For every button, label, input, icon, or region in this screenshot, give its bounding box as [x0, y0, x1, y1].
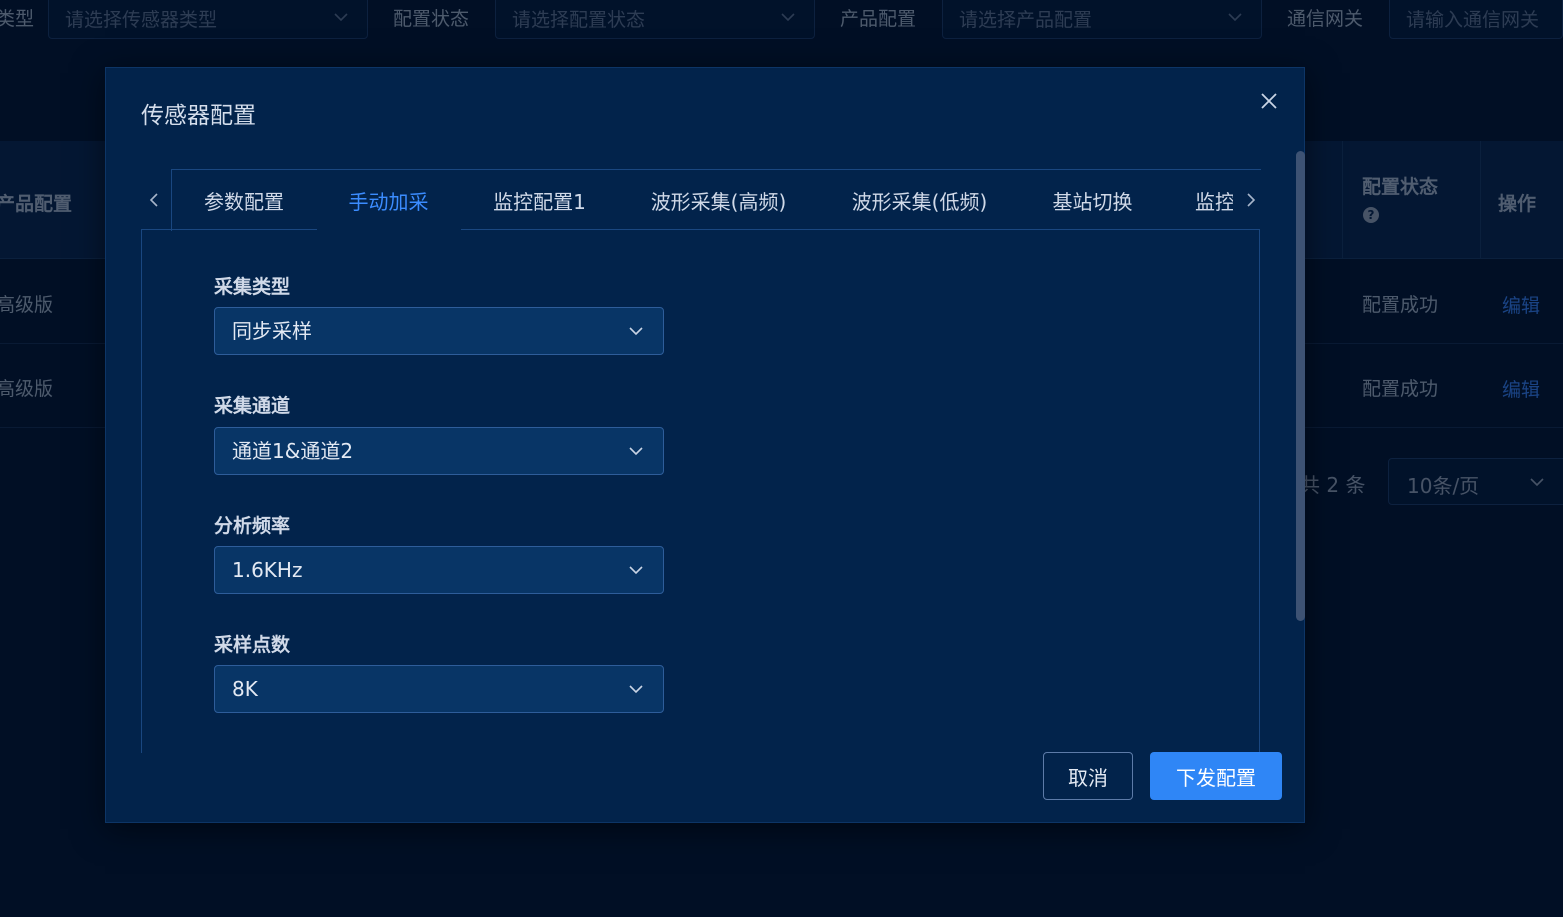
sample-points-select[interactable]: 8K: [214, 665, 664, 713]
chevron-down-icon: [629, 685, 643, 694]
active-tab-indicator: [317, 228, 461, 231]
tab-manual-sampling[interactable]: 手动加采: [316, 169, 462, 231]
acquisition-channel-select[interactable]: 通道1&通道2: [214, 427, 664, 475]
tab-base-station-switch[interactable]: 基站切换: [1020, 169, 1166, 231]
dialog-title: 传感器配置: [141, 103, 256, 129]
acquisition-type-value: 同步采样: [232, 319, 312, 343]
chevron-down-icon: [629, 447, 643, 456]
submit-config-button[interactable]: 下发配置: [1150, 752, 1282, 800]
acquisition-type-label: 采集类型: [214, 276, 291, 298]
sample-points-value: 8K: [232, 677, 258, 701]
sensor-config-dialog: 传感器配置 参数配置 手动加采 监控配置1 波形采集(高频) 波形采集(低频) …: [105, 67, 1305, 823]
tab-bar: 参数配置 手动加采 监控配置1 波形采集(高频) 波形采集(低频) 基站切换 监…: [141, 169, 1261, 231]
close-icon[interactable]: [1258, 90, 1280, 112]
sample-points-label: 采样点数: [214, 634, 291, 656]
tab-list: 参数配置 手动加采 监控配置1 波形采集(高频) 波形采集(低频) 基站切换 监…: [171, 169, 1233, 231]
tab-waveform-low[interactable]: 波形采集(低频): [819, 169, 1021, 231]
tab-monitor[interactable]: 监控: [1165, 169, 1233, 231]
chevron-down-icon: [629, 566, 643, 575]
analysis-frequency-value: 1.6KHz: [232, 558, 303, 582]
scrollbar-thumb[interactable]: [1296, 151, 1305, 621]
acquisition-channel-label: 采集通道: [214, 395, 291, 417]
cancel-button[interactable]: 取消: [1043, 752, 1133, 800]
chevron-left-icon[interactable]: [146, 191, 164, 209]
acquisition-type-select[interactable]: 同步采样: [214, 307, 664, 355]
tab-param-config[interactable]: 参数配置: [171, 169, 317, 231]
tab-monitor-config-1[interactable]: 监控配置1: [461, 169, 619, 231]
analysis-frequency-label: 分析频率: [214, 515, 291, 537]
analysis-frequency-select[interactable]: 1.6KHz: [214, 546, 664, 594]
tab-panel: 采集类型 同步采样 采集通道 通道1&通道2 分析频率 1.6KHz 采样点数 …: [141, 229, 1260, 753]
acquisition-channel-value: 通道1&通道2: [232, 439, 354, 463]
tab-waveform-high[interactable]: 波形采集(高频): [618, 169, 820, 231]
chevron-right-icon[interactable]: [1241, 191, 1259, 209]
chevron-down-icon: [629, 327, 643, 336]
